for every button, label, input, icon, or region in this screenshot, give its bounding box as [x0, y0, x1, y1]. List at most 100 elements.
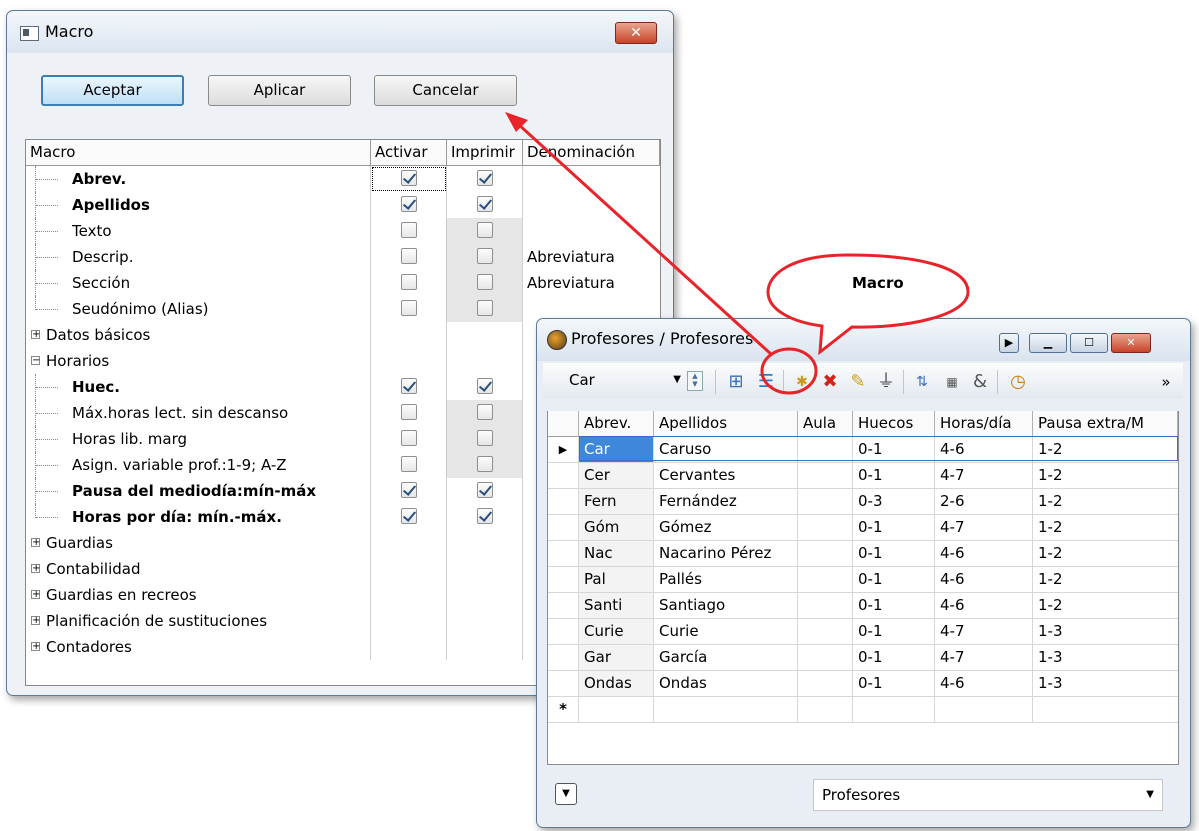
print-checkbox[interactable] [477, 274, 493, 290]
column-header-macro[interactable]: Macro [26, 140, 371, 166]
view-selector[interactable]: Profesores ▼ [813, 779, 1163, 811]
table-cell[interactable]: Caruso [654, 437, 798, 463]
table-cell[interactable]: 0-1 [853, 515, 935, 541]
table-cell[interactable] [798, 515, 853, 541]
maximize-button[interactable]: ☐ [1070, 333, 1108, 353]
row-header[interactable] [548, 671, 579, 697]
table-cell[interactable] [798, 463, 853, 489]
table-cell[interactable]: 0-1 [853, 671, 935, 697]
table-cell[interactable] [798, 645, 853, 671]
table-cell[interactable]: 0-1 [853, 567, 935, 593]
table-cell[interactable]: 0-1 [853, 463, 935, 489]
table-cell[interactable]: Pallés [654, 567, 798, 593]
column-header-denomination[interactable]: Denominación [523, 140, 660, 166]
tree-item-row[interactable]: Descrip. Abreviatura [26, 244, 660, 270]
expand-icon[interactable]: + [31, 642, 40, 652]
abbreviation-cell[interactable]: Santi [579, 593, 654, 619]
print-checkbox[interactable] [477, 482, 493, 498]
table-cell[interactable]: 4-7 [935, 463, 1033, 489]
table-cell[interactable]: Curie [654, 619, 798, 645]
table-cell[interactable] [654, 697, 798, 723]
table-cell[interactable] [798, 489, 853, 515]
expand-icon[interactable]: + [31, 330, 40, 340]
table-cell[interactable] [579, 697, 654, 723]
table-row[interactable]: Nac Nacarino Pérez 0-1 4-6 1-2 [548, 541, 1178, 567]
denomination-cell[interactable] [523, 192, 660, 218]
column-header-print[interactable]: Imprimir [447, 140, 523, 166]
print-checkbox[interactable] [477, 508, 493, 524]
table-cell[interactable]: 1-2 [1033, 463, 1178, 489]
abbreviation-cell[interactable]: Curie [579, 619, 654, 645]
close-button[interactable]: ✕ [615, 22, 657, 44]
table-cell[interactable] [798, 619, 853, 645]
activate-checkbox[interactable] [401, 170, 417, 186]
spin-icon[interactable]: ▲ ▼ [687, 371, 703, 391]
tree-item-row[interactable]: Abrev. [26, 166, 660, 192]
table-cell[interactable]: 1-2 [1033, 593, 1178, 619]
accept-button[interactable]: Aceptar [41, 75, 184, 106]
activate-checkbox[interactable] [401, 248, 417, 264]
table-cell[interactable]: 0-1 [853, 541, 935, 567]
table-cell[interactable]: 4-6 [935, 671, 1033, 697]
tree-item-row[interactable]: Apellidos [26, 192, 660, 218]
grid-form-icon[interactable]: ⊞ [725, 371, 747, 393]
collapse-icon[interactable]: − [31, 356, 40, 366]
abbreviation-cell[interactable]: Pal [579, 567, 654, 593]
row-header[interactable] [548, 541, 579, 567]
table-cell[interactable]: 0-3 [853, 489, 935, 515]
table-cell[interactable]: 2-6 [935, 489, 1033, 515]
table-cell[interactable]: 1-2 [1033, 515, 1178, 541]
table-cell[interactable]: 1-2 [1033, 567, 1178, 593]
table-row[interactable]: Fern Fernández 0-3 2-6 1-2 [548, 489, 1178, 515]
expand-icon[interactable]: + [31, 616, 40, 626]
table-cell[interactable] [935, 697, 1033, 723]
table-cell[interactable]: Ondas [654, 671, 798, 697]
table-row[interactable]: Santi Santiago 0-1 4-6 1-2 [548, 593, 1178, 619]
column-header[interactable]: Horas/día [935, 411, 1033, 437]
table-cell[interactable]: Fernández [654, 489, 798, 515]
denomination-cell[interactable]: Abreviatura [523, 270, 660, 296]
table-row[interactable]: Gar García 0-1 4-7 1-3 [548, 645, 1178, 671]
table-cell[interactable]: 1-3 [1033, 619, 1178, 645]
expand-icon[interactable]: + [31, 590, 40, 600]
activate-checkbox[interactable] [401, 222, 417, 238]
row-header[interactable] [548, 593, 579, 619]
table-cell[interactable]: 0-1 [853, 619, 935, 645]
new-element-icon[interactable]: ✱ [791, 371, 813, 393]
activate-checkbox[interactable] [401, 508, 417, 524]
abbreviation-cell[interactable]: Cer [579, 463, 654, 489]
table-cell[interactable]: 1-2 [1033, 489, 1178, 515]
profesores-titlebar[interactable]: Profesores / Profesores ▶ ▁ ☐ ✕ [537, 319, 1190, 361]
column-header[interactable]: Aula [798, 411, 853, 437]
users-icon[interactable]: & [969, 371, 991, 393]
abbreviation-cell[interactable]: Góm [579, 515, 654, 541]
table-cell[interactable]: Nacarino Pérez [654, 541, 798, 567]
table-cell[interactable]: 0-1 [853, 593, 935, 619]
print-checkbox[interactable] [477, 430, 493, 446]
table-settings-icon[interactable]: ▦ [941, 371, 963, 393]
table-cell[interactable]: 1-2 [1033, 541, 1178, 567]
tree-item-row[interactable]: Texto [26, 218, 660, 244]
table-row[interactable]: Góm Gómez 0-1 4-7 1-2 [548, 515, 1178, 541]
element-selector[interactable]: Car ▼ ▲ ▼ [565, 369, 703, 393]
table-cell[interactable]: 4-6 [935, 567, 1033, 593]
table-row[interactable]: Curie Curie 0-1 4-7 1-3 [548, 619, 1178, 645]
row-header[interactable] [548, 489, 579, 515]
abbreviation-cell[interactable]: Nac [579, 541, 654, 567]
column-header[interactable]: Pausa extra/M [1033, 411, 1178, 437]
column-header[interactable]: Apellidos [654, 411, 798, 437]
print-checkbox[interactable] [477, 300, 493, 316]
more-tools-icon[interactable]: » [1155, 371, 1177, 393]
abbreviation-cell[interactable]: Gar [579, 645, 654, 671]
row-header[interactable] [548, 567, 579, 593]
table-cell[interactable] [853, 697, 935, 723]
row-header[interactable] [548, 619, 579, 645]
table-cell[interactable] [798, 697, 853, 723]
table-cell[interactable] [798, 567, 853, 593]
sort-icon[interactable]: ⇅ [911, 371, 933, 393]
table-cell[interactable]: 1-3 [1033, 671, 1178, 697]
field-list-icon[interactable]: ☰ [755, 371, 777, 393]
row-header[interactable] [548, 515, 579, 541]
activate-checkbox[interactable] [401, 300, 417, 316]
table-cell[interactable] [1033, 697, 1178, 723]
